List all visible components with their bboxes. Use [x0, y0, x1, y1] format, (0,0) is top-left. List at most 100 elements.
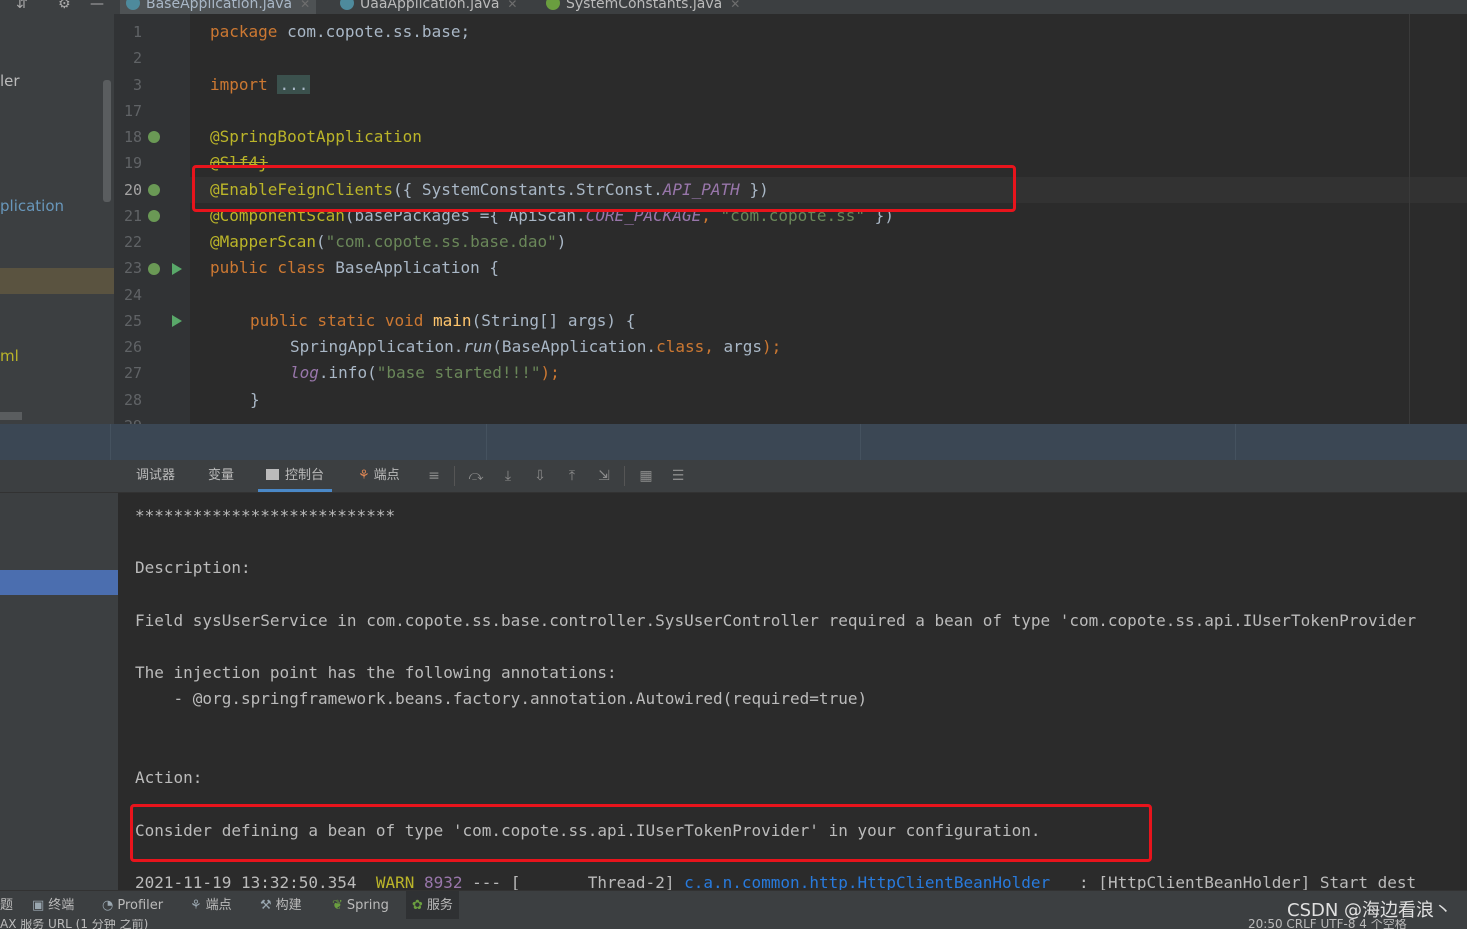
line-number: 23	[123, 259, 142, 277]
static-method: run	[463, 337, 493, 356]
close-icon[interactable]: ✕	[300, 0, 310, 11]
console-output[interactable]: *************************** Description:…	[118, 493, 1467, 890]
code-text: (	[315, 232, 326, 251]
services-tree-selected[interactable]	[0, 570, 118, 595]
gear-icon[interactable]: ⚙	[58, 0, 71, 12]
spring-icon: ❦	[332, 898, 343, 913]
force-step-into-icon[interactable]: ⇩	[532, 468, 548, 484]
endpoints-tab[interactable]: ⚘ 端点	[190, 891, 232, 920]
code-text: (String[] args) {	[471, 311, 636, 330]
tab-system-constants[interactable]: SystemConstants.java ✕	[546, 0, 740, 14]
code-line-27: log.info("base started!!!");	[290, 363, 560, 382]
folded-imports[interactable]: ...	[277, 75, 311, 94]
spring-bean-icon[interactable]	[148, 263, 160, 275]
line-number: 27	[123, 364, 142, 382]
spring-tab[interactable]: ❦ Spring	[332, 891, 389, 920]
project-panel: ler plication ml	[0, 14, 114, 424]
tab-label: UaaApplication.java	[360, 0, 500, 12]
build-icon: ⚒	[260, 898, 272, 913]
tab-label: BaseApplication.java	[146, 0, 293, 12]
project-scrollbar[interactable]	[103, 80, 111, 202]
run-to-cursor-icon[interactable]: ⇲	[596, 468, 612, 484]
spring-class-icon	[340, 0, 354, 10]
services-tree	[0, 460, 118, 890]
toolbar-separator	[624, 466, 625, 486]
line-number: 19	[123, 154, 142, 172]
keyword: public class	[210, 258, 326, 277]
step-out-icon[interactable]: ⤒	[564, 468, 580, 484]
log-message: : [HttpClientBeanHolder] Start dest	[1050, 873, 1417, 890]
profiler-icon: ◔	[102, 898, 114, 913]
project-item[interactable]: ler	[0, 72, 20, 90]
tab-endpoints[interactable]: ⚘ 端点	[358, 460, 400, 492]
line-number: 28	[123, 391, 142, 409]
code-line-18: @SpringBootApplication	[210, 127, 422, 146]
splitter-segment	[1235, 424, 1236, 460]
code-line-22: @MapperScan("com.copote.ss.base.dao")	[210, 232, 566, 251]
spring-bean-icon[interactable]	[148, 210, 160, 222]
code-editor[interactable]: package com.copote.ss.base; import ... @…	[190, 14, 1467, 424]
tab-variables[interactable]: 变量	[208, 460, 234, 492]
services-tree-header	[0, 460, 118, 493]
step-into-icon[interactable]: ⤓	[500, 468, 516, 484]
log-logger-link[interactable]: c.a.n.common.http.HttpClientBeanHolder	[684, 873, 1050, 890]
problems-tab[interactable]: 题	[0, 891, 13, 920]
keyword: class	[656, 337, 705, 356]
code-text: )	[556, 232, 567, 251]
toolbar-separator	[454, 466, 455, 486]
code-line-1: package com.copote.ss.base;	[210, 22, 470, 41]
code-text: args	[723, 337, 763, 356]
right-margin-guide	[1409, 14, 1410, 424]
annotation: @MapperScan	[210, 232, 316, 251]
annotation: @SpringBootApplication	[210, 127, 422, 146]
project-item[interactable]: plication	[0, 197, 64, 215]
string: "com.copote.ss.base.dao"	[325, 232, 557, 251]
console-line: ***************************	[135, 506, 396, 525]
line-number: 26	[123, 338, 142, 356]
list-icon[interactable]: ≡	[426, 468, 442, 484]
code-line-23: public class BaseApplication {	[210, 258, 499, 277]
console-line: Action:	[135, 768, 203, 787]
status-right-info[interactable]: 20:50 CRLF UTF-8 4 个空格	[1248, 919, 1407, 929]
collapse-icon[interactable]: ⇵	[16, 0, 28, 12]
tab-label: 端点	[205, 898, 232, 913]
spring-bean-icon[interactable]	[148, 131, 160, 143]
tab-label: 题	[0, 898, 14, 913]
code-line-3: import ...	[210, 75, 311, 94]
close-icon[interactable]: ✕	[730, 0, 740, 11]
code-text: );	[762, 337, 782, 356]
code-line-26: SpringApplication.run(BaseApplication.cl…	[290, 337, 781, 356]
tab-console[interactable]: 控制台	[258, 460, 333, 492]
terminal-tab[interactable]: ▣ 终端	[32, 891, 74, 920]
run-icon[interactable]	[172, 315, 182, 327]
panel-splitter[interactable]	[0, 424, 1467, 460]
minimize-icon[interactable]: —	[90, 0, 104, 12]
log-thread: --- [ Thread-2]	[462, 873, 685, 890]
step-over-icon[interactable]: ⤼	[468, 468, 484, 484]
line-number: 25	[123, 312, 142, 330]
splitter-segment	[860, 424, 861, 460]
project-item[interactable]: ml	[0, 347, 19, 365]
run-icon[interactable]	[172, 263, 182, 275]
services-tab[interactable]: ✿ 服务	[406, 891, 459, 920]
line-number: 3	[132, 76, 142, 94]
profiler-tab[interactable]: ◔ Profiler	[102, 891, 163, 920]
spring-bean-icon[interactable]	[148, 184, 160, 196]
terminal-icon: ▣	[32, 898, 45, 913]
code-line-28: }	[250, 390, 260, 409]
trace-icon[interactable]: ☰	[670, 468, 686, 484]
status-message[interactable]: AX 服务 URL (1 分钟 之前)	[0, 919, 148, 929]
code-text: ,	[704, 337, 724, 356]
editor-tab-bar: BaseApplication.java ✕ UaaApplication.jav…	[114, 0, 1467, 17]
build-tab[interactable]: ⚒ 构建	[260, 891, 302, 920]
project-hscrollbar[interactable]	[0, 412, 22, 420]
console-line: - @org.springframework.beans.factory.ann…	[135, 689, 868, 708]
highlight-box-action	[130, 804, 1152, 862]
close-icon[interactable]: ✕	[507, 0, 517, 11]
project-selected-row[interactable]	[0, 268, 114, 294]
evaluate-icon[interactable]: ▦	[638, 468, 654, 484]
tab-debugger[interactable]: 调试器	[136, 460, 175, 492]
tool-window-bar: 题 ▣ 终端 ◔ Profiler ⚘ 端点 ⚒ 构建 ❦ Spring ✿ 服务	[0, 890, 1467, 920]
tab-uaa-application[interactable]: UaaApplication.java ✕	[340, 0, 517, 14]
debug-toolbar: 调试器 变量 控制台 ⚘ 端点 ≡ ⤼ ⤓ ⇩ ⤒ ⇲ ▦ ☰	[118, 460, 1467, 493]
